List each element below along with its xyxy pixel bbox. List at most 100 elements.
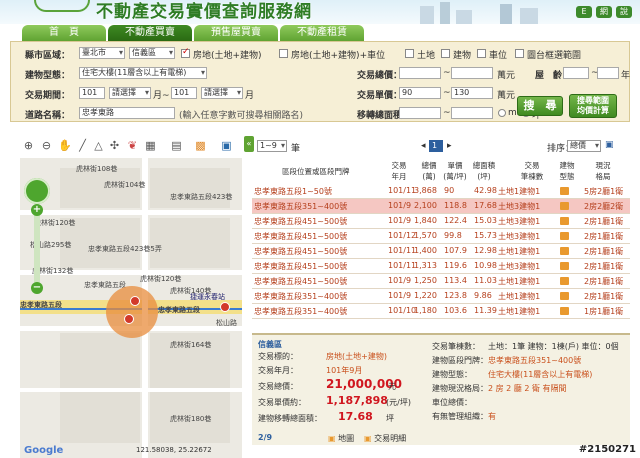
zoom-slider[interactable] xyxy=(34,208,40,284)
building-detail-icon[interactable] xyxy=(560,307,569,315)
age-from-input[interactable] xyxy=(563,67,589,79)
search-panel: 縣市區域： 臺北市 信義區 房地(土地+建物) 房地(土地+建物)+車位 土地 … xyxy=(10,41,630,122)
table-row[interactable]: 忠孝東路五段451~500號 101/11 1,400 107.9 12.98 土地1建物… xyxy=(252,244,630,259)
building-detail-icon[interactable] xyxy=(560,217,569,225)
area-to-input[interactable] xyxy=(451,107,493,119)
transaction-pin-icon[interactable] xyxy=(130,296,140,306)
grid-icon[interactable]: ▩ xyxy=(194,139,207,152)
cell-layout: 2房1廳1衛 xyxy=(584,232,624,241)
prev-page-icon[interactable]: ◂ xyxy=(421,141,426,151)
building-detail-icon[interactable] xyxy=(560,292,569,300)
table-row[interactable]: 忠孝東路五段351~400號 101/9 1,220 123.8 9.86 土地1建物1 2… xyxy=(252,289,630,304)
transaction-pin-icon[interactable] xyxy=(124,314,134,324)
building-type-select[interactable]: 住宅大樓(11層含以上有電梯) xyxy=(79,67,207,79)
header-year-month: 交易 年月 xyxy=(391,161,407,181)
type-checkbox-parking[interactable] xyxy=(477,49,486,58)
pan-control-icon[interactable] xyxy=(24,178,50,204)
cell-addr: 忠孝東路五段351~400號 xyxy=(254,292,348,301)
list-export-icon[interactable]: ▣ xyxy=(605,140,614,150)
sitemap-button[interactable]: 網 xyxy=(596,6,612,18)
road-input[interactable]: 忠孝東路 xyxy=(79,107,175,119)
help-button[interactable]: 說 xyxy=(616,6,632,18)
map-collapse-button[interactable]: « xyxy=(244,136,254,152)
type-checkbox-with-parking[interactable] xyxy=(279,49,288,58)
street-label: 忠孝東路五段423巷5弄 xyxy=(88,245,162,253)
range-average-button[interactable]: 搜尋範圍 均價計算 xyxy=(569,94,617,118)
tab-home[interactable]: 首 頁 xyxy=(22,25,106,41)
area-measure-icon[interactable]: △ xyxy=(92,139,105,152)
detail-ym-value: 101年9月 xyxy=(326,366,363,375)
tab-sale[interactable]: 不動產買賣 xyxy=(108,25,192,41)
cell-addr: 忠孝東路五段451~500號 xyxy=(254,277,348,286)
unit-price-to-input[interactable]: 130 xyxy=(451,87,493,99)
total-price-to-input[interactable] xyxy=(451,67,493,79)
page-current[interactable]: 1 xyxy=(429,140,443,152)
table-row[interactable]: 忠孝東路五段351~400號 101/10 1,180 103.6 11.39 土地1建物… xyxy=(252,304,630,319)
table-row[interactable]: 忠孝東路五段451~500號 101/11 1,313 119.6 10.98 土地3建物… xyxy=(252,259,630,274)
type-checkbox-building-land[interactable] xyxy=(181,47,190,58)
street-label: 虎林街120巷 xyxy=(34,219,76,227)
map-canvas[interactable]: 虎林街108巷 虎林街104巷 忠孝東路五段423巷 虎林街120巷 松山路29… xyxy=(20,158,242,458)
table-row[interactable]: 忠孝東路五段451~500號 101/9 1,250 113.4 11.03 土地1建物1… xyxy=(252,274,630,289)
marker-icon[interactable]: ❦ xyxy=(126,139,139,152)
layer-icon[interactable]: ▦ xyxy=(144,139,157,152)
export-icon[interactable]: ▣ xyxy=(220,139,233,152)
page-size-select[interactable]: 1~9 xyxy=(257,140,287,152)
pan-hand-icon[interactable]: ✋ xyxy=(58,139,72,152)
cell-ym: 101/11 xyxy=(388,261,417,270)
building-detail-icon[interactable] xyxy=(560,232,569,240)
sort-select[interactable]: 總價 xyxy=(567,140,601,152)
building-detail-icon[interactable] xyxy=(560,202,569,210)
age-unit: 年 xyxy=(621,71,631,81)
map-zoom-in-button[interactable]: + xyxy=(31,204,43,216)
period-from-year-input[interactable]: 101 xyxy=(79,87,105,99)
english-button[interactable]: E xyxy=(576,6,592,18)
age-to-input[interactable] xyxy=(597,67,619,79)
building-detail-icon[interactable] xyxy=(560,247,569,255)
tab-presale[interactable]: 預售屋買賣 xyxy=(194,25,278,41)
header-buttons: E 網 說 xyxy=(576,6,632,18)
transaction-pin-icon[interactable] xyxy=(220,302,230,312)
city-select[interactable]: 臺北市 xyxy=(79,47,125,59)
detail-mgmt-label: 有無管理組織： xyxy=(432,412,488,421)
zoom-in-icon[interactable]: ⊕ xyxy=(22,139,35,152)
period-from-month-select[interactable]: 請選擇 xyxy=(109,87,151,99)
map-zoom-out-button[interactable]: − xyxy=(31,282,43,294)
building-detail-icon[interactable] xyxy=(560,262,569,270)
detail-map-link[interactable]: ▣ 地圖 xyxy=(328,433,354,444)
total-price-from-input[interactable] xyxy=(399,67,441,79)
cell-addr: 忠孝東路五段351~400號 xyxy=(254,307,348,316)
table-row[interactable]: 忠孝東路五段451~500號 101/12 1,570 99.8 15.73 土地3建物1… xyxy=(252,229,630,244)
table-row[interactable]: 忠孝東路五段351~400號 101/9 2,100 118.8 17.68 土地3建物1… xyxy=(252,199,630,214)
district-select[interactable]: 信義區 xyxy=(129,47,175,59)
print-icon[interactable]: ▤ xyxy=(170,139,183,152)
header-layout: 現況 格局 xyxy=(595,161,611,181)
table-row[interactable]: 忠孝東路五段451~500號 101/9 1,840 122.4 15.03 土地3建物1… xyxy=(252,214,630,229)
cell-layout: 2房2廳2衛 xyxy=(584,202,624,211)
tab-rental[interactable]: 不動產租賃 xyxy=(280,25,364,41)
table-row[interactable]: 忠孝東路五段1~50號 101/11 3,868 90 42.98 土地1建物1 5房2廳1… xyxy=(252,184,630,199)
type-checkbox-building[interactable] xyxy=(441,49,450,58)
pin-icon[interactable]: ✣ xyxy=(108,139,121,152)
next-page-icon[interactable]: ▸ xyxy=(447,141,452,151)
period-to-year-input[interactable]: 101 xyxy=(171,87,197,99)
area-from-input[interactable] xyxy=(399,107,441,119)
building-detail-icon[interactable] xyxy=(560,187,569,195)
search-button[interactable]: 搜 尋 xyxy=(517,96,563,116)
cell-ym: 101/9 xyxy=(388,216,412,225)
header-area: 總面積 (坪) xyxy=(472,161,496,181)
cell-total: 3,868 xyxy=(414,186,437,195)
type-checkbox-map-range[interactable] xyxy=(515,49,524,58)
cell-total: 1,250 xyxy=(414,276,437,285)
detail-record-link[interactable]: ▣ 交易明細 xyxy=(364,433,406,444)
zoom-out-icon[interactable]: ⊖ xyxy=(40,139,53,152)
cell-cnt: 土地3建物1 xyxy=(498,217,541,226)
station-label: 捷運永春站 xyxy=(190,293,225,301)
area-unit-m2-radio[interactable] xyxy=(498,109,506,117)
unit-price-from-input[interactable]: 90 xyxy=(399,87,441,99)
period-to-month-select[interactable]: 請選擇 xyxy=(201,87,243,99)
building-detail-icon[interactable] xyxy=(560,277,569,285)
measure-icon[interactable]: ╱ xyxy=(76,139,89,152)
watermark-id: #2150271 xyxy=(578,444,636,455)
type-checkbox-land[interactable] xyxy=(405,49,414,58)
